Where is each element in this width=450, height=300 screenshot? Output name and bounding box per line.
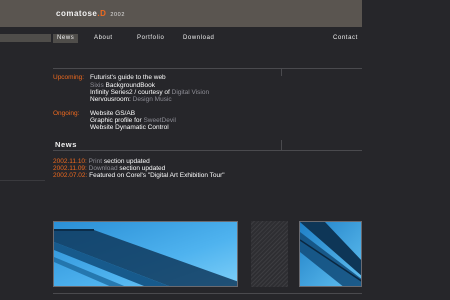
nav-contact[interactable]: Contact — [333, 34, 358, 43]
nav-news[interactable]: News — [53, 34, 79, 43]
brand-name: comatose — [56, 9, 98, 18]
nav-accent-strip — [0, 34, 51, 42]
upcoming-item-text: Infinity Series2 / courtesy of — [90, 89, 172, 96]
news-date: 2002.11.10: — [53, 158, 87, 165]
news-date: 2002.07.02: — [53, 172, 88, 179]
nav-portfolio[interactable]: Portfolio — [137, 34, 164, 43]
architecture-image-small — [300, 222, 361, 286]
upcoming-item[interactable]: Sixis BackgroundBook — [90, 82, 155, 89]
ongoing-item-text: Website GS/AB — [90, 110, 136, 117]
ongoing-item-text: Graphic profile for — [90, 117, 144, 124]
news-item[interactable]: 2002.11.09: Download section updated — [53, 165, 165, 172]
brand-dot: .D — [97, 9, 107, 18]
upcoming-item[interactable]: Infinity Series2 / courtesy of Digital V… — [90, 89, 209, 96]
divider-tick-news — [281, 140, 282, 150]
upcoming-item-text: BackgroundBook — [105, 82, 156, 89]
header-bar — [0, 0, 362, 27]
upcoming-item-text: Futurist's guide to the web — [90, 74, 166, 81]
ongoing-label: Ongoing: — [53, 110, 80, 117]
architecture-image — [54, 222, 237, 286]
news-text: Featured on Corel's "Digital Art Exhibit… — [87, 172, 225, 179]
portfolio-photo-main[interactable] — [53, 221, 238, 287]
portfolio-photo-side[interactable] — [299, 221, 362, 287]
brand-year: 2002 — [110, 12, 125, 18]
news-item[interactable]: 2002.07.02: Featured on Corel's "Digital… — [53, 172, 225, 179]
ongoing-item-link[interactable]: SweetDevil — [143, 117, 176, 124]
ongoing-item[interactable]: Graphic profile for SweetDevil — [90, 117, 176, 124]
hatch-pattern — [251, 221, 288, 287]
ongoing-item[interactable]: Website Dynamatic Control — [90, 124, 169, 131]
news-text: section updated — [117, 165, 166, 172]
site-logo[interactable]: comatose.D 2002 — [56, 9, 125, 18]
footer-divider — [53, 293, 362, 294]
upcoming-item[interactable]: Futurist's guide to the web — [90, 74, 166, 81]
news-text: section updated — [102, 158, 150, 165]
news-item[interactable]: 2002.11.10: Print section updated — [53, 158, 150, 165]
news-title: News — [55, 140, 77, 149]
ongoing-item-text: Website Dynamatic Control — [90, 124, 169, 131]
upcoming-item[interactable]: Nervousroom: Design Music — [90, 96, 172, 103]
upcoming-label: Upcoming: — [53, 74, 85, 81]
news-link[interactable]: Download — [87, 165, 118, 172]
nav-download[interactable]: Download — [183, 34, 214, 43]
divider-top — [53, 68, 362, 69]
news-link[interactable]: Print — [87, 158, 102, 165]
upcoming-item-text: Nervousroom: — [90, 96, 133, 103]
upcoming-item-link[interactable]: Sixis — [90, 82, 106, 89]
divider-tick — [281, 68, 282, 76]
ongoing-item[interactable]: Website GS/AB — [90, 110, 135, 117]
nav-about[interactable]: About — [94, 34, 113, 43]
upcoming-item-link[interactable]: Design Music — [133, 96, 172, 103]
divider-left — [0, 180, 45, 181]
divider-news — [53, 150, 362, 151]
upcoming-item-link[interactable]: Digital Vision — [172, 89, 209, 96]
news-date: 2002.11.09: — [53, 165, 87, 172]
